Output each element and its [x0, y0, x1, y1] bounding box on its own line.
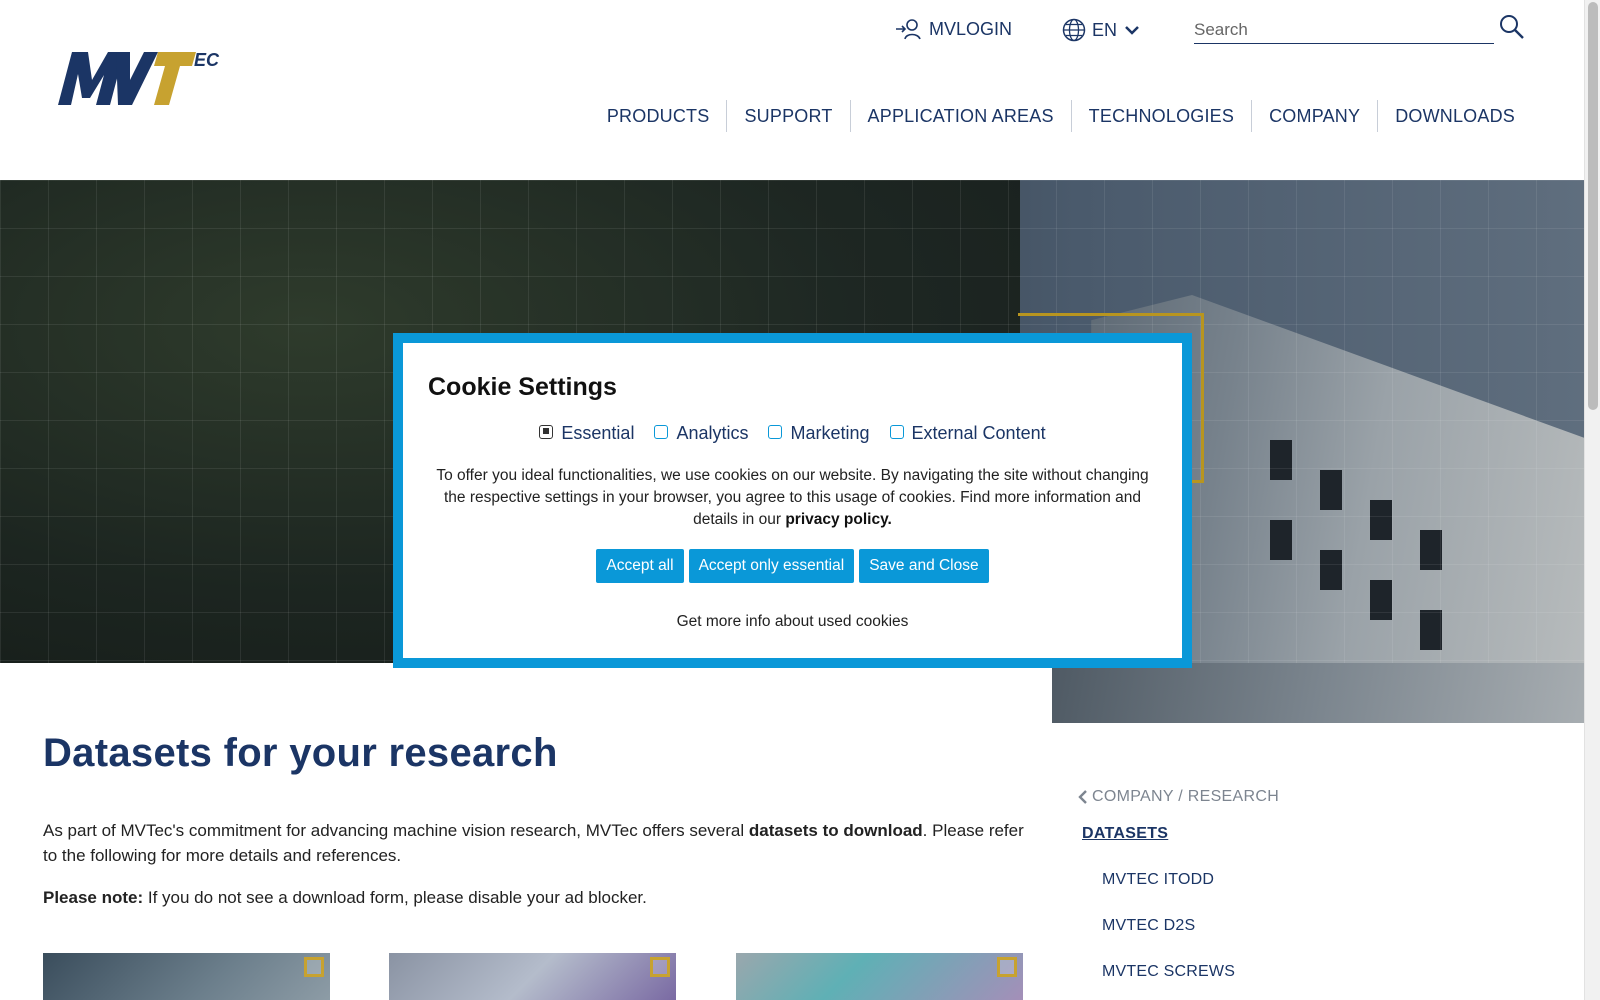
- save-and-close-button[interactable]: Save and Close: [859, 549, 989, 583]
- more-cookie-info-link[interactable]: Get more info about used cookies: [403, 613, 1182, 631]
- cookie-description: To offer you ideal functionalities, we u…: [428, 465, 1157, 531]
- cookie-buttons: Accept all Accept only essential Save an…: [403, 549, 1182, 583]
- scrollbar-thumb[interactable]: [1588, 2, 1598, 410]
- essential-checkbox[interactable]: [539, 424, 554, 439]
- page-scrollbar[interactable]: [1584, 0, 1600, 1000]
- cookie-option-essential[interactable]: Essential: [539, 423, 634, 444]
- accept-essential-button[interactable]: Accept only essential: [688, 549, 855, 583]
- cookie-options: Essential Analytics Marketing External C…: [403, 423, 1182, 444]
- cookie-option-marketing[interactable]: Marketing: [768, 423, 870, 444]
- cookie-settings-dialog: Cookie Settings Essential Analytics Mark…: [393, 333, 1192, 668]
- accept-all-button[interactable]: Accept all: [596, 549, 684, 583]
- cookie-dialog-title: Cookie Settings: [428, 373, 617, 401]
- marketing-checkbox[interactable]: [768, 424, 783, 439]
- cookie-option-external-content[interactable]: External Content: [889, 423, 1046, 444]
- privacy-policy-link[interactable]: privacy policy.: [785, 511, 892, 528]
- analytics-checkbox[interactable]: [654, 424, 669, 439]
- option-label: Essential: [561, 423, 635, 443]
- option-label: External Content: [911, 423, 1046, 443]
- external-content-checkbox[interactable]: [889, 424, 904, 439]
- cookie-option-analytics[interactable]: Analytics: [654, 423, 748, 444]
- option-label: Marketing: [790, 423, 870, 443]
- option-label: Analytics: [676, 423, 749, 443]
